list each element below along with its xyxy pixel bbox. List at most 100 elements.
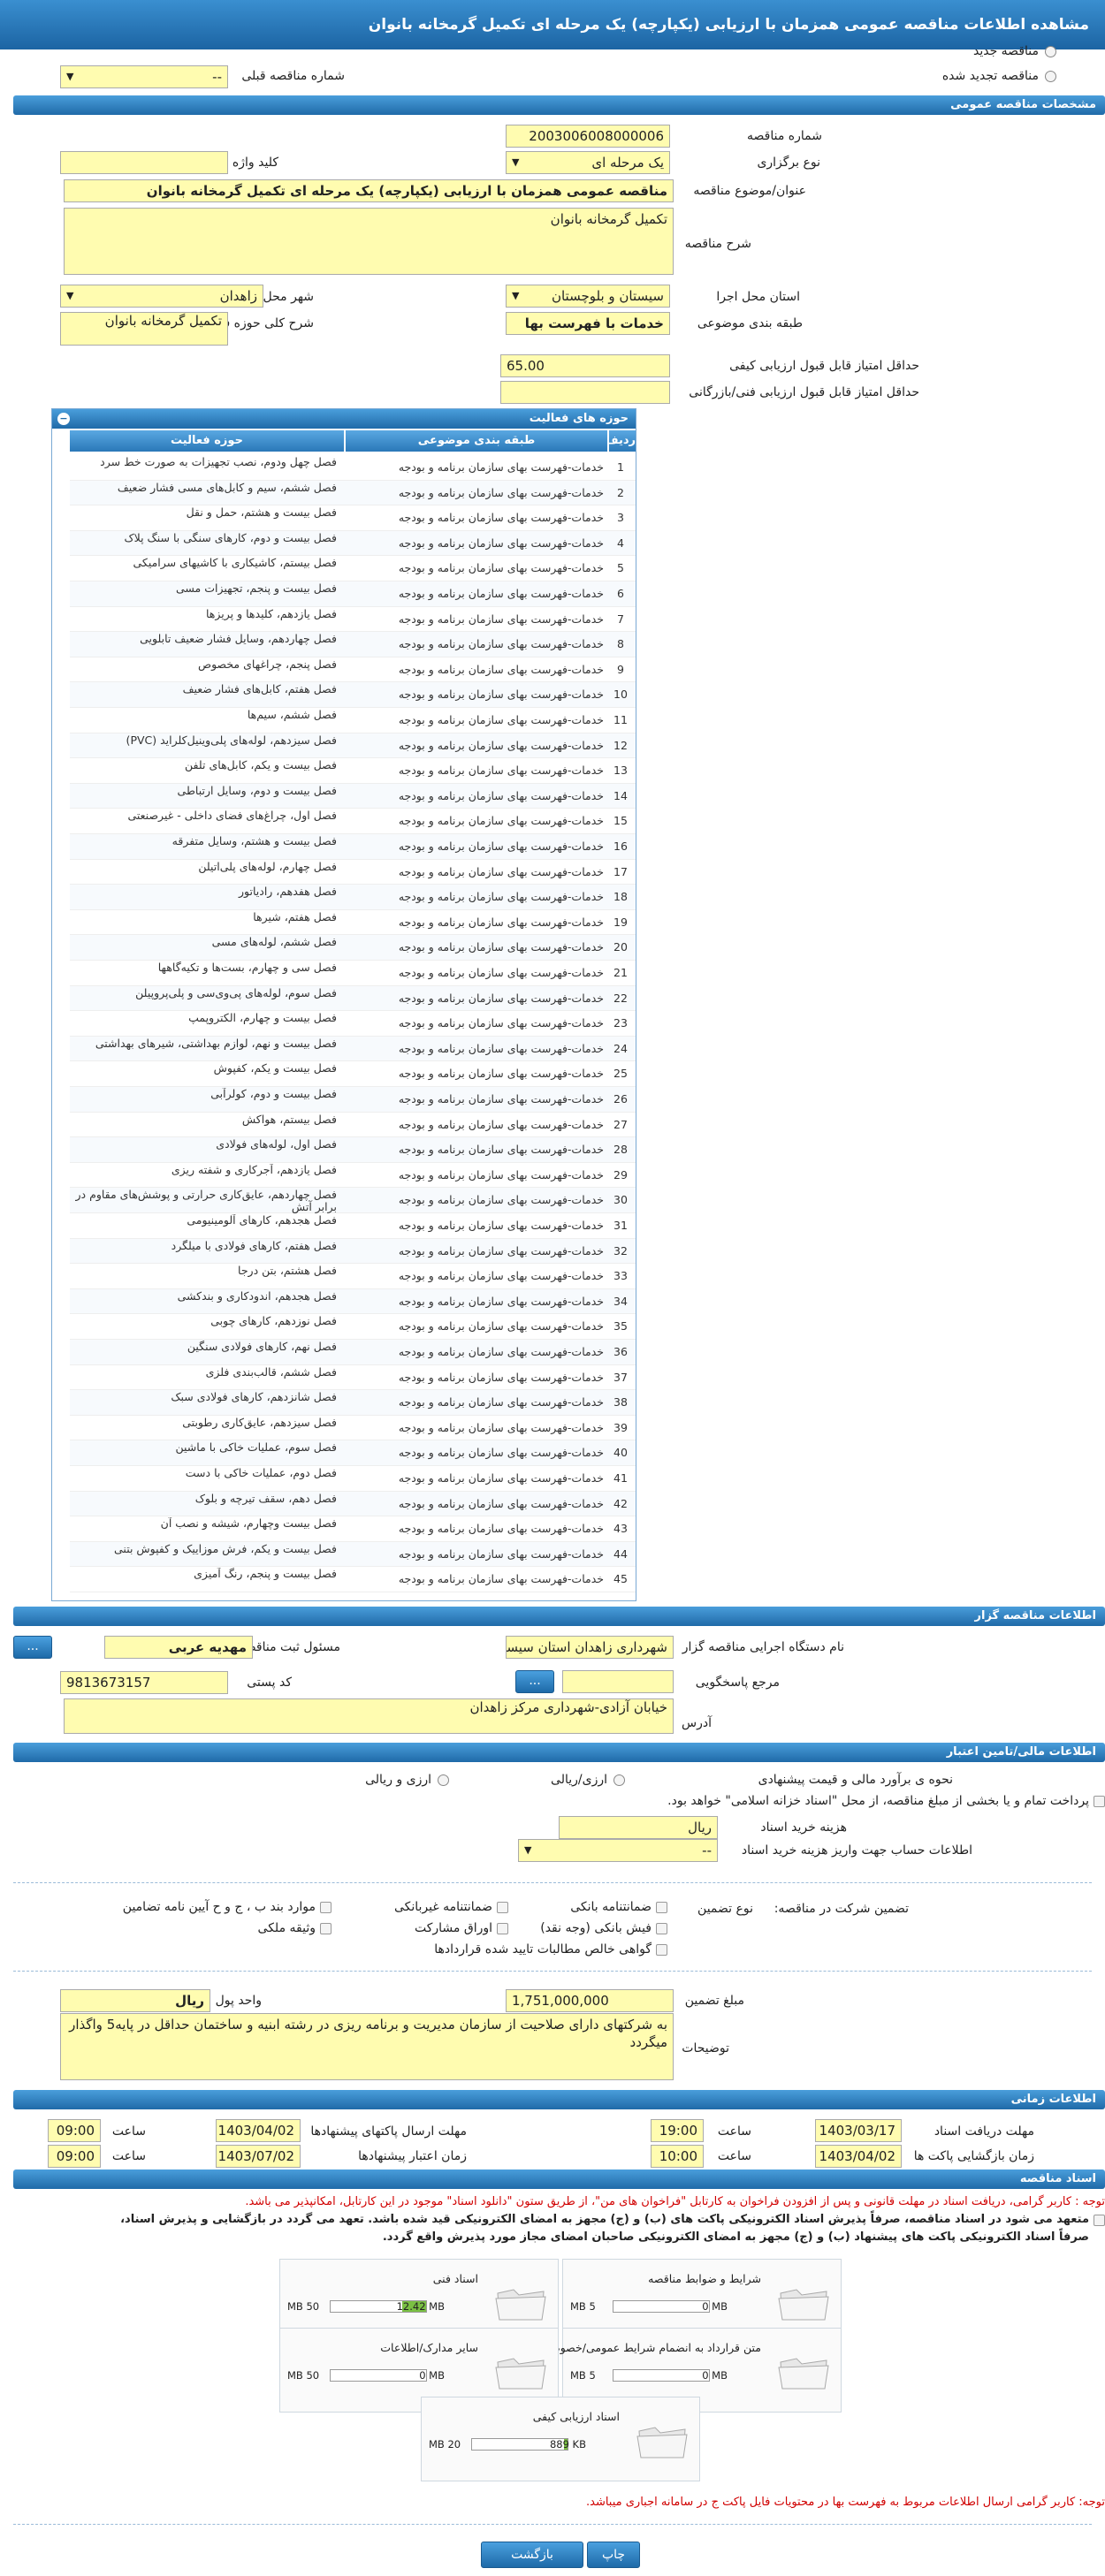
row-category: خدمات-فهرست بهای سازمان برنامه و بودجه [398,1370,604,1384]
subject-label: عنوان/موضوع مناقصه [693,184,806,198]
divider [13,1971,1092,1972]
row-category: خدمات-فهرست بهای سازمان برنامه و بودجه [398,1420,604,1434]
city-select[interactable]: زاهدان ▼ [60,285,263,308]
collapse-icon[interactable]: − [57,413,70,425]
prev-number-select[interactable]: -- ▼ [60,65,228,88]
row-number: 21 [613,966,628,979]
table-row: 45 خدمات-فهرست بهای سازمان برنامه و بودجه… [70,1567,636,1592]
table-row: 42 خدمات-فهرست بهای سازمان برنامه و بودجه… [70,1491,636,1517]
row-category: خدمات-فهرست بهای سازمان برنامه و بودجه [398,864,604,878]
back-button[interactable]: بازگشت [481,2542,583,2568]
row-field: فصل نوزدهم، کارهای چوبی [210,1315,337,1328]
row-category: خدمات-فهرست بهای سازمان برنامه و بودجه [398,915,604,929]
file-used: 0 MB [702,2300,728,2313]
table-row: 24 خدمات-فهرست بهای سازمان برنامه و بودجه… [70,1036,636,1062]
row-category: خدمات-فهرست بهای سازمان برنامه و بودجه [398,738,604,752]
row-field: فصل هجدهم، اندودکاری و بندکشی [177,1289,337,1303]
chevron-down-icon: ▼ [66,71,74,82]
table-row: 28 خدمات-فهرست بهای سازمان برنامه و بودجه… [70,1137,636,1163]
row-field: فصل بیست وچهارم، شیشه و نصب آن [160,1517,337,1531]
keyword-field[interactable] [60,151,228,174]
row-field: فصل چهارم، لوله‌های پلی‌اتیلن [198,860,337,873]
row-number: 34 [613,1294,628,1308]
row-number: 37 [613,1370,628,1384]
file-capacity: 5 MB [570,2300,596,2313]
time-label: ساعت [717,2149,751,2163]
row-category: خدمات-فهرست بهای سازمان برنامه و بودجه [398,1193,604,1207]
row-number: 43 [613,1522,628,1536]
table-row: 38 خدمات-فهرست بهای سازمان برنامه و بودجه… [70,1390,636,1416]
row-number: 1 [617,460,624,474]
guarantee-label: تضمین شرکت در مناقصه: [774,1902,909,1916]
file-progress [330,2369,427,2382]
row-number: 27 [613,1117,628,1131]
table-row: 8 خدمات-فهرست بهای سازمان برنامه و بودجه ف… [70,632,636,657]
estimate-opt2-label: ارزی و ریالی [365,1773,431,1787]
row-field: فصل بیستم، کاشیکاری با کاشیهای سرامیکی [133,557,338,570]
estimate-opt1-radio[interactable] [613,1774,625,1786]
send-time: 09:00 [48,2119,101,2142]
row-category: خدمات-فهرست بهای سازمان برنامه و بودجه [398,561,604,575]
ref-more-button[interactable]: ... [515,1670,554,1693]
type-select[interactable]: یک مرحله ای ▼ [506,151,670,174]
row-field: فصل بیست و نهم، لوازم بهداشتی، شیرهای به… [95,1037,337,1050]
resp-more-button[interactable]: ... [13,1636,52,1659]
col-category: طبقه بندی موضوعی [346,430,607,452]
row-number: 41 [613,1471,628,1485]
row-category: خدمات-فهرست بهای سازمان برنامه و بودجه [398,713,604,726]
table-row: 16 خدمات-فهرست بهای سازمان برنامه و بودجه… [70,834,636,860]
row-number: 36 [613,1345,628,1358]
new-tender-radio[interactable] [1045,46,1056,57]
table-row: 9 خدمات-فهرست بهای سازمان برنامه و بودجه ف… [70,657,636,683]
province-select[interactable]: سیستان و بلوچستان ▼ [506,285,670,308]
row-category: خدمات-فهرست بهای سازمان برنامه و بودجه [398,1446,604,1460]
g2-checkbox[interactable] [497,1902,508,1913]
treasury-note: پرداخت تمام و یا بخشی از مبلغ مناقصه، از… [667,1794,1089,1808]
row-category: خدمات-فهرست بهای سازمان برنامه و بودجه [398,460,604,474]
doc-receive-time: 19:00 [651,2119,704,2142]
row-field: فصل سیزدهم، لوله‌های پلی‌وینیل‌کلراید (P… [126,733,337,747]
row-number: 42 [613,1496,628,1510]
renewed-tender-radio[interactable] [1045,71,1056,82]
col-row: ردیف [605,430,636,452]
g1-checkbox[interactable] [656,1902,667,1913]
g4-checkbox[interactable] [656,1923,667,1934]
row-number: 33 [613,1269,628,1283]
row-number: 23 [613,1016,628,1030]
valid-date: 1403/07/02 [216,2145,301,2168]
table-row: 21 خدمات-فهرست بهای سازمان برنامه و بودجه… [70,961,636,986]
g7-checkbox[interactable] [656,1944,667,1956]
account-select[interactable]: -- ▼ [518,1839,718,1862]
table-row: 39 خدمات-فهرست بهای سازمان برنامه و بودجه… [70,1416,636,1441]
g3-label: موارد بند ب ، ج و ح آیین نامه تضامین [122,1900,316,1914]
g3-checkbox[interactable] [320,1902,332,1913]
page-title: مشاهده اطلاعات مناقصه عمومی همزمان با ار… [0,0,1105,49]
row-category: خدمات-فهرست بهای سازمان برنامه و بودجه [398,612,604,626]
file-progress [613,2369,710,2382]
row-field: فصل هجدهم، کارهای آلومینیومی [187,1214,337,1227]
time-label: ساعت [111,2124,146,2139]
row-category: خدمات-فهرست بهای سازمان برنامه و بودجه [398,991,604,1005]
row-number: 40 [613,1446,628,1460]
estimate-opt2-radio[interactable] [438,1774,449,1786]
row-number: 35 [613,1319,628,1334]
row-category: خدمات-فهرست بهای سازمان برنامه و بودجه [398,536,604,550]
row-category: خدمات-فهرست بهای سازمان برنامه و بودجه [398,1167,604,1182]
treasury-checkbox[interactable] [1094,1796,1105,1807]
row-field: فصل ششم، سیم و کابل‌های مسی فشار ضعیف [117,481,337,494]
row-number: 29 [613,1167,628,1182]
row-number: 19 [613,915,628,929]
g5-checkbox[interactable] [497,1923,508,1934]
resp-field: مهدیه عربی [104,1636,253,1659]
table-row: 31 خدمات-فهرست بهای سازمان برنامه و بودجه… [70,1213,636,1239]
postal-label: کد پستی [247,1676,292,1690]
row-field: فصل پنجم، چراغهای مخصوص [197,657,337,671]
row-field: فصل چهل ودوم، نصب تجهیزات به صورت خط سرد [100,456,337,468]
row-field: فصل بیست و یکم، کفپوش [213,1062,337,1075]
docs-commit-checkbox[interactable] [1094,2215,1105,2226]
row-number: 12 [613,738,628,752]
print-button[interactable]: چاپ [587,2542,640,2568]
file-box[interactable]: اسناد ارزیابی کیفی 20 MB 889 KB [421,2397,700,2481]
row-number: 14 [613,788,628,802]
g6-checkbox[interactable] [320,1923,332,1934]
